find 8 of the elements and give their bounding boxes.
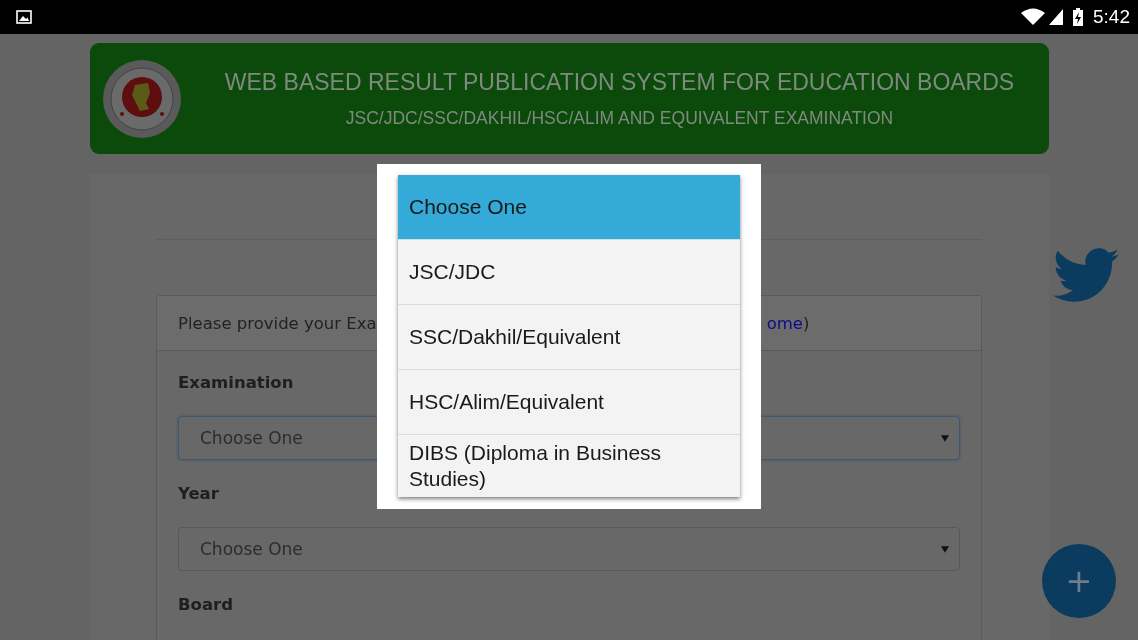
status-time: 5:42 <box>1093 6 1130 28</box>
header-subtitle: JSC/JDC/SSC/DAKHIL/HSC/ALIM AND EQUIVALENT EXAMINATION <box>345 107 894 129</box>
panel-heading: Please provide your Exa <box>178 313 377 333</box>
panel-heading-end: ) <box>803 313 810 333</box>
field-label: Board <box>178 595 233 616</box>
field-label: Examination <box>178 373 294 394</box>
header-title: WEB BASED RESULT PUBLICATION SYSTEM FOR EDUCATION BOARDS <box>224 68 1015 96</box>
field-label: Year <box>178 484 219 505</box>
